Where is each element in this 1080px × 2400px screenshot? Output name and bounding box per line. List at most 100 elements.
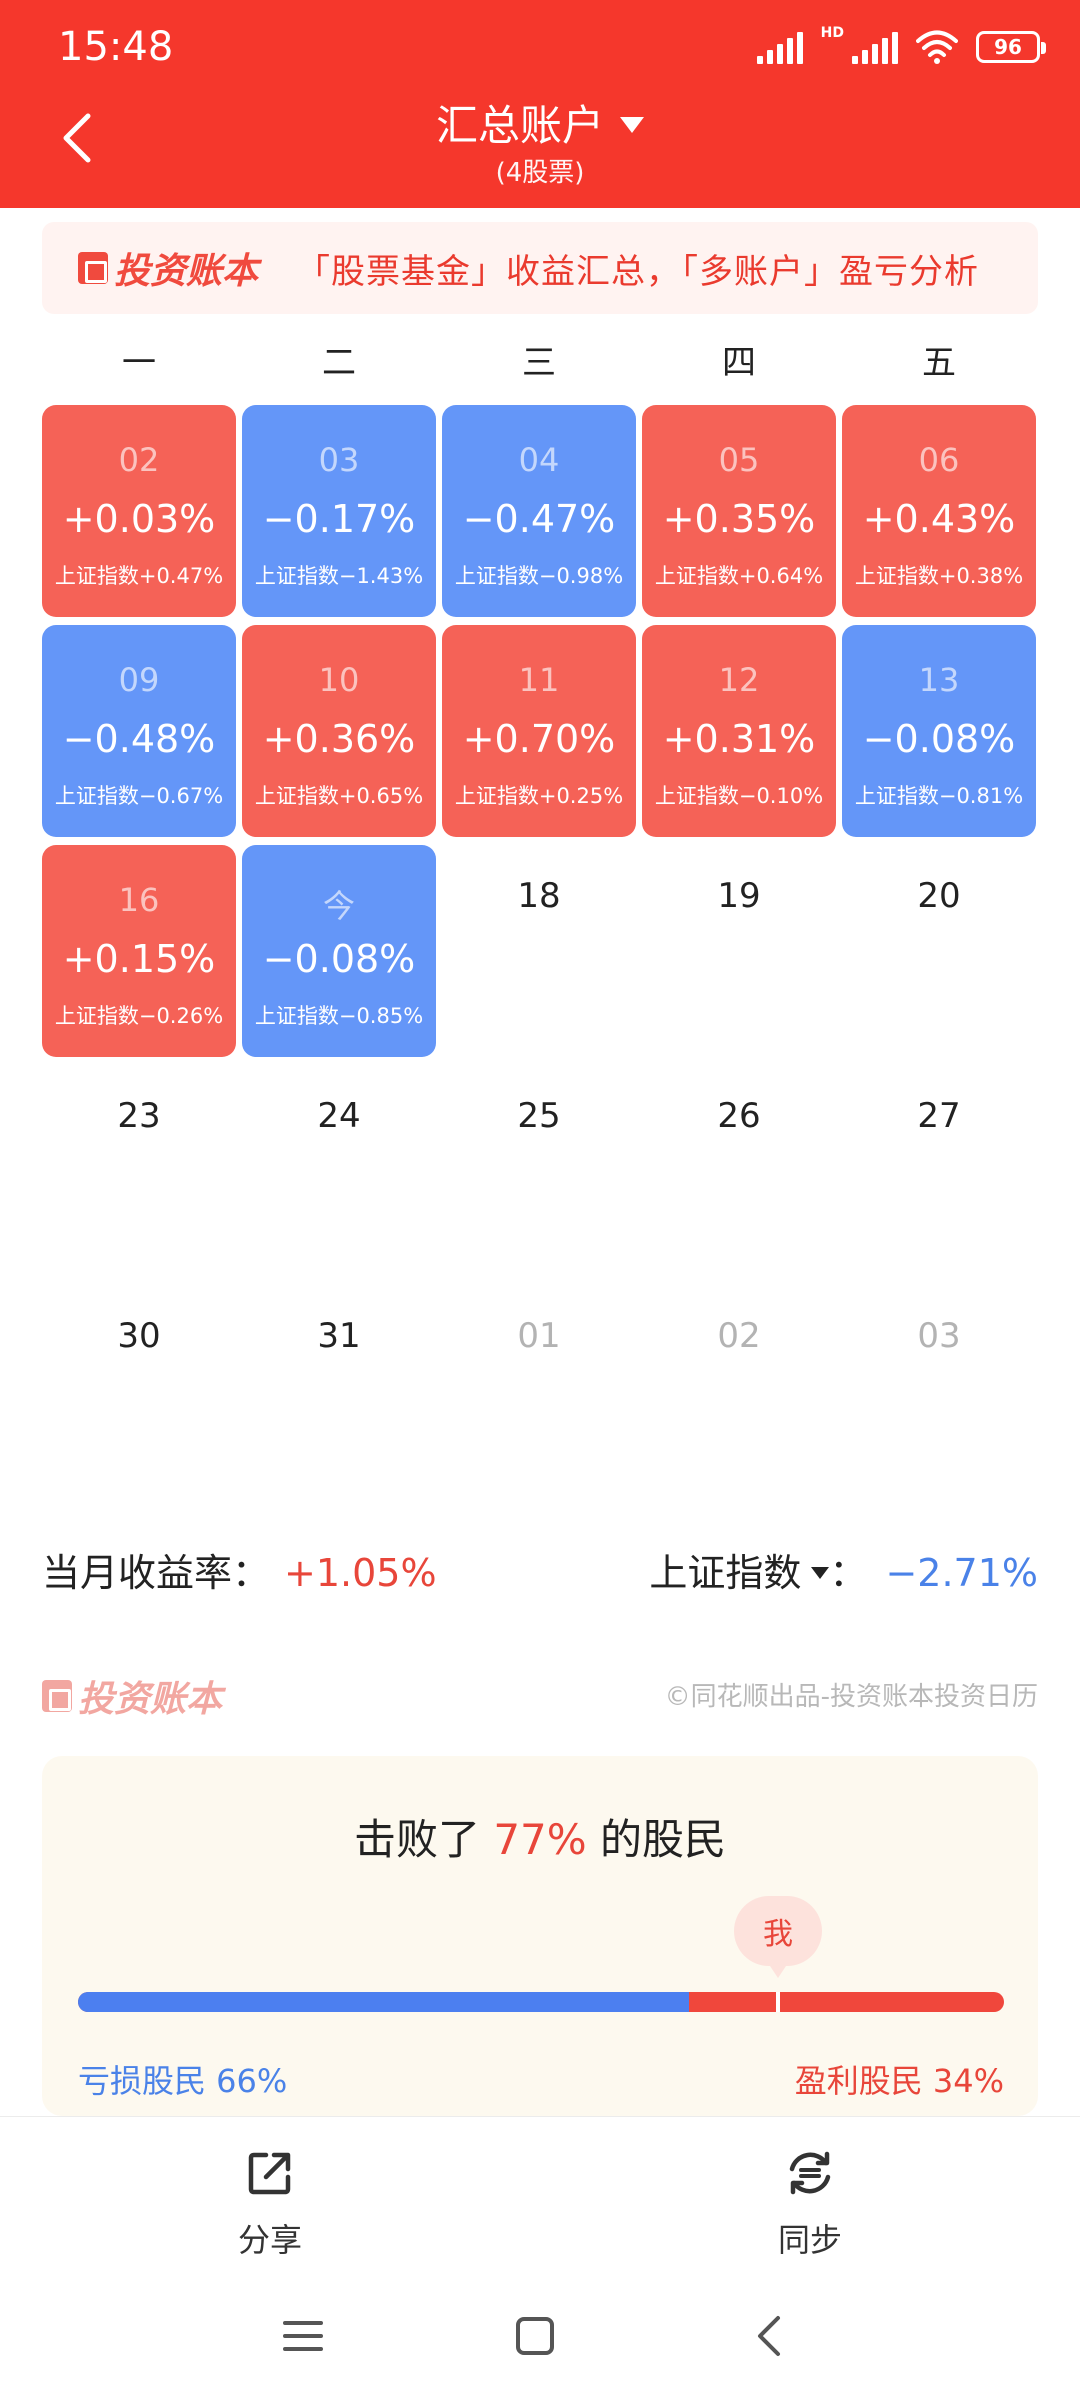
calendar-day-cell[interactable]: 03 −0.17% 上证指数−1.43% [242, 405, 436, 617]
page-subtitle: (4股票) [495, 158, 585, 188]
day-return: −0.08% [262, 937, 416, 981]
loss-segment [78, 1992, 690, 2012]
promo-banner[interactable]: 投资账本 「股票基金」收益汇总，「多账户」盈亏分析 [42, 222, 1038, 314]
header-bar: 15:48 HD 96 汇总账户 (4股票) [0, 0, 1080, 208]
calendar-day-future[interactable]: 20 [842, 876, 1036, 916]
day-return: +0.31% [662, 717, 816, 761]
footer-logo-text: 投资账本 [78, 1679, 223, 1720]
day-return: −0.48% [62, 717, 216, 761]
network-type: HD [820, 25, 844, 41]
index-change: 上证指数−0.67% [54, 784, 224, 808]
sync-label: 同步 [777, 2221, 842, 2259]
calendar-day-future[interactable]: 23 [42, 1096, 236, 1136]
index-change: 上证指数−0.81% [854, 784, 1024, 808]
index-change: 上证指数+0.64% [654, 564, 824, 588]
calendar-day-cell[interactable]: 11 +0.70% 上证指数+0.25% [442, 625, 636, 837]
home-icon[interactable] [505, 2306, 565, 2366]
day-number: 16 [118, 881, 160, 919]
day-return: +0.36% [262, 717, 416, 761]
ranking-card: 击败了 77% 的股民 我 亏损股民 66% 盈利股民 34% [42, 1756, 1038, 2116]
calendar-day-cell[interactable]: 16 +0.15% 上证指数−0.26% [42, 845, 236, 1057]
calendar-day-cell[interactable]: 09 −0.48% 上证指数−0.67% [42, 625, 236, 837]
day-return: +0.43% [862, 497, 1016, 541]
index-colon: ： [829, 1551, 868, 1595]
calendar-day-cell[interactable]: 13 −0.08% 上证指数−0.81% [842, 625, 1036, 837]
index-monthly-value: −2.71% [885, 1551, 1038, 1595]
signal-icon-2 [852, 30, 898, 64]
loss-investors-label: 亏损股民 66% [78, 2062, 288, 2100]
monthly-return-value: +1.05% [284, 1551, 437, 1595]
calendar-day-future[interactable]: 30 [42, 1316, 236, 1356]
banner-logo: 投资账本 [78, 242, 258, 294]
share-button[interactable]: 分享 [170, 2147, 370, 2261]
index-change: 上证指数+0.25% [454, 784, 624, 808]
day-return: −0.47% [462, 497, 616, 541]
ranking-suffix: 的股民 [586, 1815, 727, 1864]
calendar-day-future[interactable]: 24 [242, 1096, 436, 1136]
index-change: 上证指数+0.38% [854, 564, 1024, 588]
account-selector[interactable]: 汇总账户 [0, 92, 1080, 153]
day-number: 02 [118, 441, 160, 479]
weekday-wed: 三 [522, 343, 556, 383]
day-number: 12 [718, 661, 760, 699]
weekday-thu: 四 [722, 343, 756, 383]
index-change: 上证指数−0.26% [54, 1004, 224, 1028]
day-return: +0.03% [62, 497, 216, 541]
calendar-day-future[interactable]: 27 [842, 1096, 1036, 1136]
calendar-day-future[interactable]: 25 [442, 1096, 636, 1136]
ranking-prefix: 击败了 [353, 1815, 494, 1864]
calendar-day-cell[interactable]: 05 +0.35% 上证指数+0.64% [642, 405, 836, 617]
index-change: 上证指数+0.47% [54, 564, 224, 588]
day-number: 06 [918, 441, 960, 479]
day-number: 13 [918, 661, 960, 699]
day-return: +0.35% [662, 497, 816, 541]
status-time: 15:48 [58, 24, 174, 70]
calendar-day-cell[interactable]: 04 −0.47% 上证指数−0.98% [442, 405, 636, 617]
calendar-day-future[interactable]: 19 [642, 876, 836, 916]
index-change: 上证指数−0.98% [454, 564, 624, 588]
calendar-day-future[interactable]: 31 [242, 1316, 436, 1356]
day-return: +0.15% [62, 937, 216, 981]
credit-text: ©同花顺出品-投资账本投资日历 [664, 1682, 1038, 1712]
day-number: 05 [718, 441, 760, 479]
share-label: 分享 [237, 2221, 302, 2259]
calendar-day-cell[interactable]: 10 +0.36% 上证指数+0.65% [242, 625, 436, 837]
bottom-toolbar: 分享 同步 [0, 2116, 1080, 2276]
calendar-day-cell[interactable]: 02 +0.03% 上证指数+0.47% [42, 405, 236, 617]
ledger-logo-icon [42, 1680, 72, 1712]
index-change: 上证指数−1.43% [254, 564, 424, 588]
monthly-return: 当月收益率： +1.05% [42, 1542, 437, 1597]
index-change: 上证指数+0.65% [254, 784, 424, 808]
day-return: −0.17% [262, 497, 416, 541]
calendar-day-future[interactable]: 26 [642, 1096, 836, 1136]
ranking-title: 击败了 77% 的股民 [42, 1806, 1038, 1867]
day-number: 今 [322, 887, 355, 925]
page-title: 汇总账户 [435, 101, 604, 150]
dropdown-triangle-icon [811, 1566, 830, 1579]
sync-icon [789, 2151, 831, 2195]
sync-button[interactable]: 同步 [710, 2147, 910, 2261]
system-back-icon[interactable] [740, 2306, 800, 2366]
weekday-fri: 五 [922, 343, 956, 383]
me-marker: 我 [734, 1896, 822, 1978]
calendar-day-next-month: 03 [917, 1316, 961, 1356]
banner-text: 「股票基金」收益汇总，「多账户」盈亏分析 [296, 251, 980, 292]
index-selector[interactable]: 上证指数 ： −2.71% [649, 1542, 1038, 1597]
day-return: +0.70% [462, 717, 616, 761]
day-number: 11 [518, 661, 560, 699]
menu-icon[interactable] [273, 2306, 333, 2366]
day-number: 09 [118, 661, 160, 699]
calendar-today-cell[interactable]: 今 −0.08% 上证指数−0.85% [242, 845, 436, 1057]
calendar-day-future[interactable]: 18 [442, 876, 636, 916]
position-marker [776, 1992, 780, 2012]
calendar-day-next-month: 02 [717, 1316, 761, 1356]
monthly-return-label: 当月收益率： [42, 1551, 271, 1595]
share-icon [248, 2152, 291, 2195]
weekday-header: 一 二 三 四 五 [42, 335, 1038, 385]
calendar-day-cell[interactable]: 12 +0.31% 上证指数−0.10% [642, 625, 836, 837]
weekday-mon: 一 [122, 343, 156, 383]
distribution-bar [78, 1992, 1004, 2012]
calendar-day-cell[interactable]: 06 +0.43% 上证指数+0.38% [842, 405, 1036, 617]
day-number: 10 [318, 661, 360, 699]
calendar-day-next-month: 01 [517, 1316, 561, 1356]
